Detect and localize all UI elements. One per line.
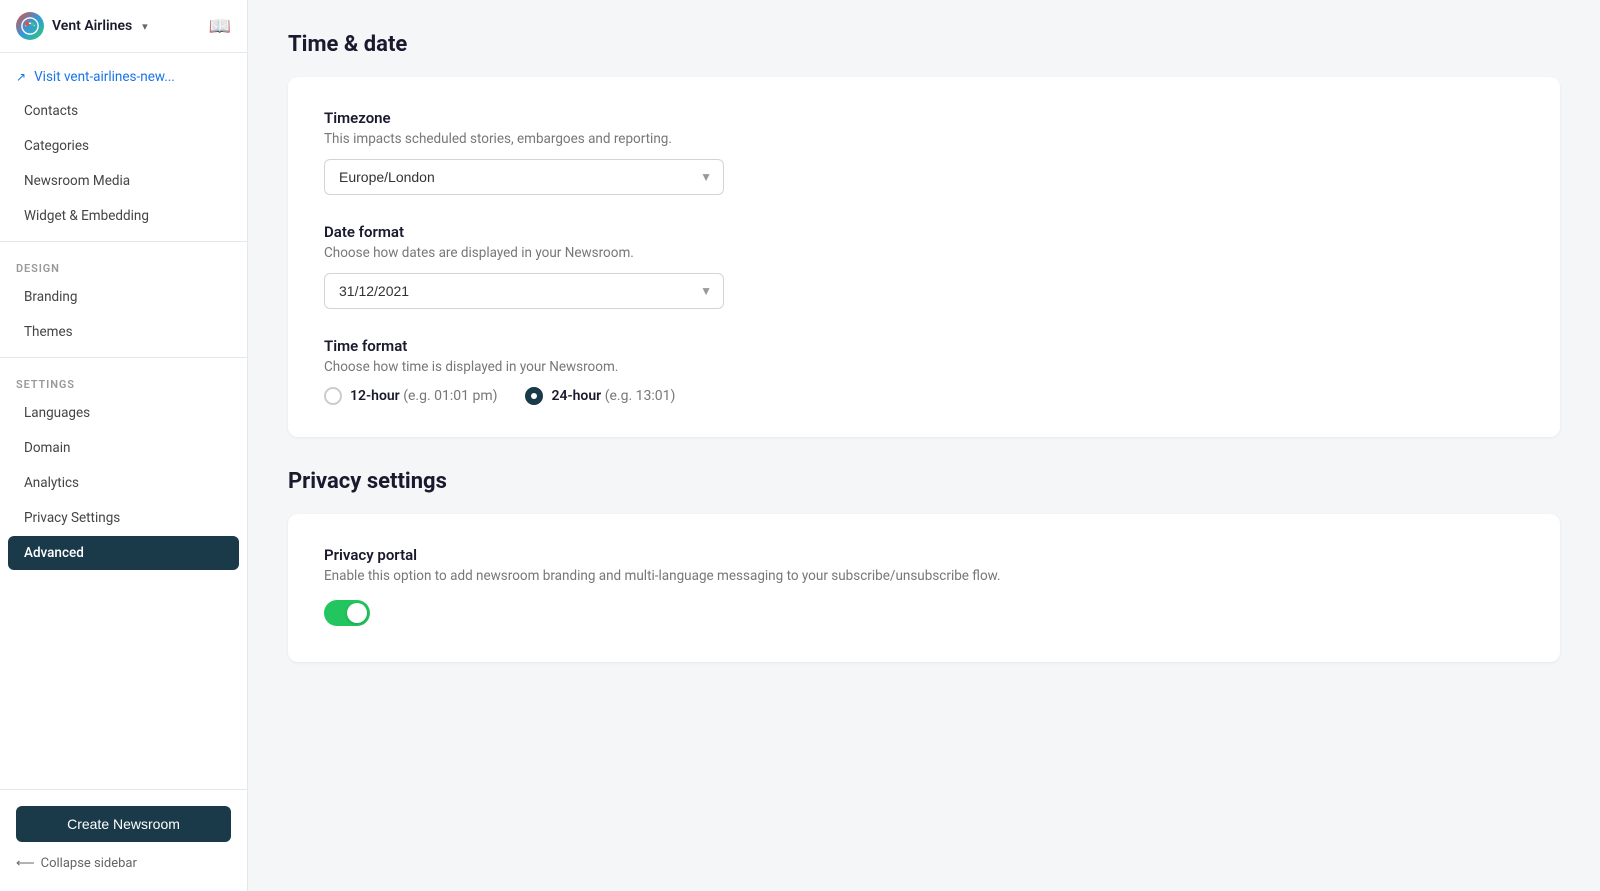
sidebar: Vent Airlines ▾ 📖 ↗ Visit vent-airlines-… [0,0,248,891]
brand-chevron-icon: ▾ [142,20,148,33]
sidebar-item-languages[interactable]: Languages [8,396,239,430]
categories-label: Categories [24,138,89,154]
collapse-icon: ⟵ [16,856,35,871]
privacy-settings-card: Privacy portal Enable this option to add… [288,514,1560,662]
sidebar-item-branding[interactable]: Branding [8,280,239,314]
collapse-sidebar-button[interactable]: ⟵ Collapse sidebar [16,852,231,875]
timezone-description: This impacts scheduled stories, embargoe… [324,131,1524,147]
sidebar-item-newsroom-media[interactable]: Newsroom Media [8,164,239,198]
book-icon[interactable]: 📖 [209,16,231,37]
main-content: Time & date Timezone This impacts schedu… [248,0,1600,891]
sidebar-divider-1 [0,241,247,242]
time-format-label: Time format [324,337,1524,355]
toggle-knob [347,603,367,623]
domain-label: Domain [24,440,70,456]
sidebar-item-themes[interactable]: Themes [8,315,239,349]
timezone-field: Timezone This impacts scheduled stories,… [324,109,1524,195]
sidebar-footer: Create Newsroom ⟵ Collapse sidebar [0,789,247,891]
sidebar-item-categories[interactable]: Categories [8,129,239,163]
external-link[interactable]: ↗ Visit vent-airlines-new... [0,61,247,93]
radio-12h-circle [324,387,342,405]
sidebar-nav: ↗ Visit vent-airlines-new... Contacts Ca… [0,53,247,579]
time-date-title: Time & date [288,32,1560,57]
sidebar-divider-2 [0,357,247,358]
privacy-portal-field: Privacy portal Enable this option to add… [324,546,1524,630]
settings-section-label: SETTINGS [0,366,247,395]
privacy-portal-description: Enable this option to add newsroom brand… [324,568,1524,584]
newsroom-media-label: Newsroom Media [24,173,130,189]
radio-24h-label: 24-hour (e.g. 13:01) [551,388,675,404]
date-format-select-wrapper: 31/12/2021 12/31/2021 2021-12-31 Decembe… [324,273,724,309]
analytics-label: Analytics [24,475,79,491]
brand-selector[interactable]: Vent Airlines ▾ [16,12,148,40]
themes-label: Themes [24,324,73,340]
advanced-label: Advanced [24,545,84,561]
time-format-field: Time format Choose how time is displayed… [324,337,1524,405]
brand-name: Vent Airlines [52,18,132,34]
date-format-select[interactable]: 31/12/2021 12/31/2021 2021-12-31 Decembe… [324,273,724,309]
time-format-radio-group: 12-hour (e.g. 01:01 pm) 24-hour (e.g. 13… [324,387,1524,405]
date-format-label: Date format [324,223,1524,241]
radio-24h[interactable]: 24-hour (e.g. 13:01) [525,387,675,405]
sidebar-item-contacts[interactable]: Contacts [8,94,239,128]
timezone-label: Timezone [324,109,1524,127]
external-link-label: Visit vent-airlines-new... [34,69,175,85]
create-newsroom-button[interactable]: Create Newsroom [16,806,231,842]
radio-12h-label: 12-hour (e.g. 01:01 pm) [350,388,497,404]
sidebar-item-domain[interactable]: Domain [8,431,239,465]
languages-label: Languages [24,405,90,421]
sidebar-item-analytics[interactable]: Analytics [8,466,239,500]
time-format-description: Choose how time is displayed in your New… [324,359,1524,375]
branding-label: Branding [24,289,77,305]
date-format-description: Choose how dates are displayed in your N… [324,245,1524,261]
contacts-label: Contacts [24,103,78,119]
sidebar-header: Vent Airlines ▾ 📖 [0,0,247,53]
radio-24h-circle [525,387,543,405]
time-date-card: Timezone This impacts scheduled stories,… [288,77,1560,437]
privacy-portal-toggle[interactable] [324,600,370,626]
privacy-settings-label: Privacy Settings [24,510,120,526]
sidebar-item-widget-embedding[interactable]: Widget & Embedding [8,199,239,233]
timezone-select-wrapper: Europe/London UTC America/New_York Ameri… [324,159,724,195]
collapse-label: Collapse sidebar [41,856,137,871]
date-format-field: Date format Choose how dates are display… [324,223,1524,309]
sidebar-item-advanced[interactable]: Advanced [8,536,239,570]
external-link-icon: ↗ [16,70,26,84]
radio-12h[interactable]: 12-hour (e.g. 01:01 pm) [324,387,497,405]
privacy-portal-label: Privacy portal [324,546,1524,564]
widget-embedding-label: Widget & Embedding [24,208,149,224]
brand-logo [16,12,44,40]
design-section-label: DESIGN [0,250,247,279]
timezone-select[interactable]: Europe/London UTC America/New_York Ameri… [324,159,724,195]
sidebar-item-privacy-settings[interactable]: Privacy Settings [8,501,239,535]
privacy-settings-title: Privacy settings [288,469,1560,494]
